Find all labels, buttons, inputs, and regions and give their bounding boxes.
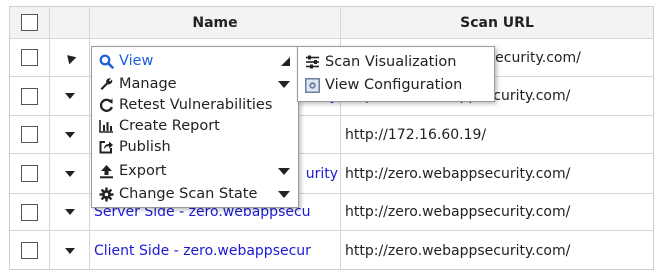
expand-icon[interactable] — [64, 170, 75, 177]
sliders-icon — [303, 55, 321, 69]
row-checkbox[interactable] — [21, 87, 38, 105]
row-check-cell — [10, 116, 50, 153]
menu-item-manage[interactable]: Manage — [92, 73, 298, 95]
scan-url: http://zero.webappsecurity.com/ — [345, 204, 571, 220]
row-check-cell — [10, 39, 50, 76]
row-expand-cell — [50, 231, 90, 270]
row-checkbox[interactable] — [21, 126, 38, 143]
config-icon — [303, 77, 321, 93]
menu-item-label: Scan Visualization — [325, 54, 457, 70]
menu-item-retest[interactable]: Retest Vulnerabilities — [92, 94, 298, 116]
scan-url: http://zero.webappsecurity.com/ — [345, 165, 571, 182]
chevron-down-icon — [278, 80, 290, 88]
grid-header: Name Scan URL — [10, 7, 653, 39]
context-menu: View Manage Retest Vulnerabilities Creat… — [91, 46, 299, 208]
row-check-cell — [10, 77, 50, 115]
export-icon — [97, 164, 115, 179]
chevron-down-icon — [278, 190, 290, 198]
submenu-open-icon — [281, 56, 290, 66]
row-check-cell — [10, 154, 50, 193]
chart-icon — [97, 119, 115, 133]
row-expand-cell — [50, 194, 90, 230]
menu-item-export[interactable]: Export — [92, 160, 298, 182]
menu-item-label: Change Scan State — [119, 186, 258, 202]
row-checkbox[interactable] — [21, 203, 38, 221]
row-check-cell — [10, 194, 50, 230]
expand-icon[interactable] — [64, 209, 75, 215]
menu-item-label: Retest Vulnerabilities — [119, 97, 273, 113]
expand-icon[interactable] — [64, 247, 75, 254]
row-checkbox[interactable] — [21, 165, 38, 182]
row-expand-cell — [50, 77, 90, 115]
wrench-icon — [97, 77, 115, 92]
row-expand-cell — [50, 154, 90, 193]
menu-item-label: Manage — [119, 76, 177, 92]
scan-url: http://zero.webappsecurity.com/ — [345, 242, 571, 259]
collapse-icon[interactable] — [63, 51, 76, 64]
menu-item-label: Publish — [119, 139, 171, 155]
expand-icon[interactable] — [64, 131, 75, 138]
row-expand-cell — [50, 39, 90, 76]
url-column-header[interactable]: Scan URL — [341, 7, 653, 38]
menu-item-create-report[interactable]: Create Report — [92, 115, 298, 137]
row-check-cell — [10, 231, 50, 270]
menu-item-change-scan-state[interactable]: Change Scan State — [92, 183, 298, 205]
name-column-header[interactable]: Name — [90, 7, 341, 38]
menu-item-view[interactable]: View — [92, 50, 298, 72]
publish-icon — [97, 140, 115, 154]
chevron-down-icon — [278, 167, 290, 175]
expand-icon[interactable] — [64, 93, 75, 99]
menu-item-label: Create Report — [119, 118, 220, 134]
menu-item-label: Export — [119, 163, 167, 179]
row-expand-cell — [50, 116, 90, 153]
table-row[interactable]: Client Side - zero.webappsecur http://ze… — [10, 231, 653, 270]
menu-item-scan-visualization[interactable]: Scan Visualization — [298, 51, 494, 73]
expand-header-cell — [50, 7, 90, 38]
search-icon — [97, 54, 115, 69]
select-all-cell — [10, 7, 50, 38]
row-checkbox[interactable] — [21, 242, 38, 259]
scan-name-link[interactable]: Client Side - zero.webappsecur — [90, 231, 341, 270]
refresh-icon — [97, 98, 115, 113]
row-checkbox[interactable] — [21, 49, 38, 66]
menu-item-label: View Configuration — [325, 77, 463, 93]
gear-icon — [97, 187, 115, 202]
view-submenu: Scan Visualization View Configuration — [297, 46, 495, 102]
menu-item-label: View — [119, 53, 154, 69]
scan-url: http://172.16.60.19/ — [345, 126, 487, 143]
menu-item-view-configuration[interactable]: View Configuration — [298, 74, 494, 96]
menu-item-publish[interactable]: Publish — [92, 136, 298, 158]
select-all-checkbox[interactable] — [21, 14, 38, 31]
